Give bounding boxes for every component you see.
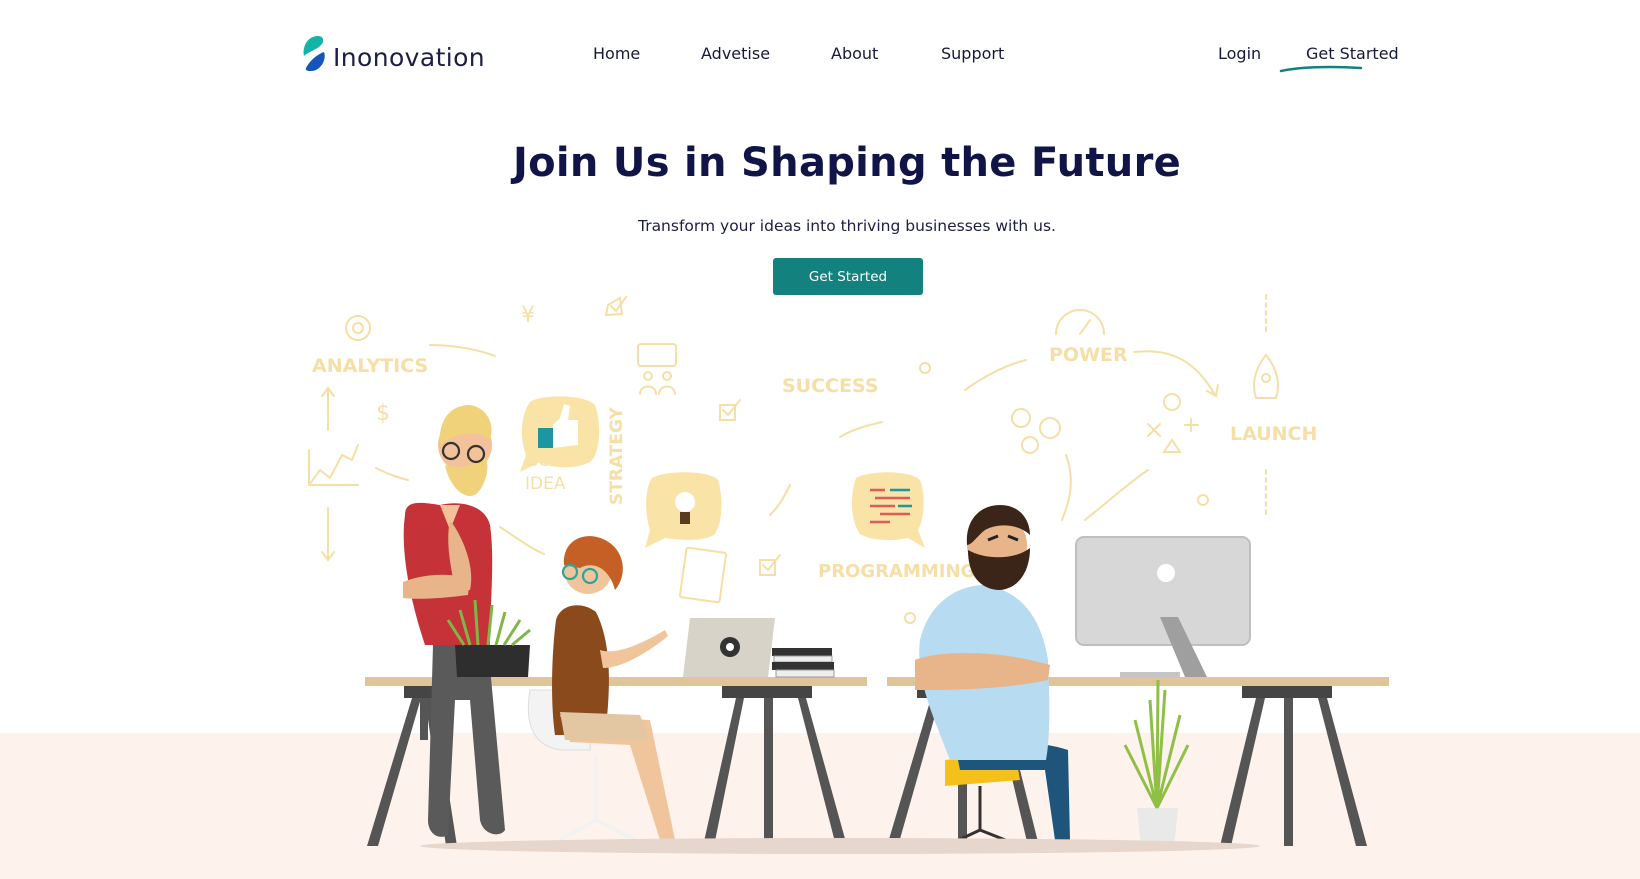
doodle-idea: IDEA: [525, 474, 566, 494]
floor-plant: [1123, 679, 1190, 848]
doodle-power: POWER: [1049, 344, 1128, 366]
svg-text:¥: ¥: [521, 303, 535, 328]
seated-woman: [527, 536, 675, 842]
desk-laptop: [683, 618, 835, 678]
doodle-success: SUCCESS: [782, 375, 879, 397]
svg-text:$: $: [376, 401, 390, 426]
doodle-strategy: STRATEGY: [607, 406, 627, 505]
doodle-programming: PROGRAMMING: [818, 561, 975, 582]
doodle-launch: LAUNCH: [1230, 423, 1317, 445]
floor-shadow: [420, 838, 1260, 854]
seated-man: [915, 505, 1070, 847]
office-illustration: ANALYTICS GOOD IDEA STRATEGY SUCCESS POW…: [308, 294, 1389, 854]
doodle-analytics: ANALYTICS: [312, 355, 428, 377]
desk-monitor: [1075, 536, 1251, 677]
